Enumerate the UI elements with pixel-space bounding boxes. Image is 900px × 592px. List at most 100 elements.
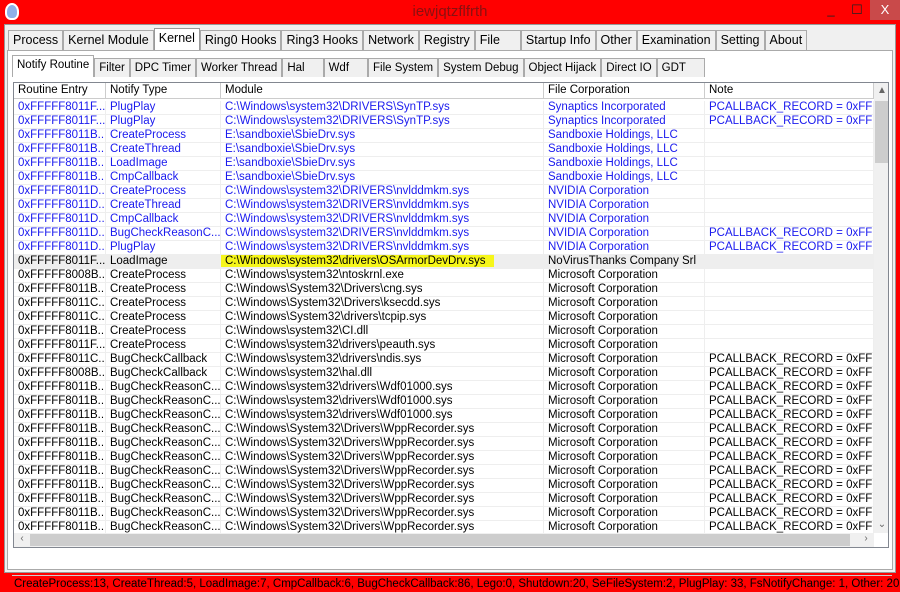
subtab-notify-routine[interactable]: Notify Routine: [12, 55, 95, 77]
table-row[interactable]: 0xFFFFF8011B... BugCheckReasonC... C:\Wind…: [14, 395, 874, 409]
table-row[interactable]: 0xFFFFF8011F... CreateProcess C:\Windows\s…: [14, 339, 874, 353]
table-row[interactable]: 0xFFFFF8011D... CreateThread C:\Windows\sy…: [14, 199, 874, 213]
cell-module-text: C:\Windows\System32\Drivers\WppRecorder.…: [225, 493, 475, 505]
cell-entry-text: 0xFFFFF8011D...: [18, 213, 106, 225]
subtab-object-hijack[interactable]: Object Hijack: [523, 58, 602, 77]
column-header-routine-entry[interactable]: Routine Entry: [14, 83, 106, 98]
tab-file[interactable]: File: [474, 30, 521, 50]
table-row[interactable]: 0xFFFFF8011D... CreateProcess C:\Windows\s…: [14, 185, 874, 199]
table-row[interactable]: 0xFFFFF8011F... LoadImage C:\Windows\syste…: [14, 255, 874, 269]
subtab-hal[interactable]: Hal: [282, 58, 324, 77]
column-header-module[interactable]: Module: [221, 83, 544, 98]
tab-ring3-hooks[interactable]: Ring3 Hooks: [281, 30, 364, 50]
cell-note: [705, 297, 874, 310]
cell-corp-text: Sandboxie Holdings, LLC: [548, 171, 678, 183]
table-row[interactable]: 0xFFFFF8011B... CmpCallback E:\sandboxie\S…: [14, 171, 874, 185]
table-row[interactable]: 0xFFFFF8011F... PlugPlay C:\Windows\system…: [14, 101, 874, 115]
column-header-notify-type[interactable]: Notify Type: [106, 83, 221, 98]
subtab-direct-io[interactable]: Direct IO: [601, 58, 657, 77]
title-bar: iewjqtzflfrth _ ☐ X: [0, 0, 900, 24]
tab-ring0-hooks[interactable]: Ring0 Hooks: [199, 30, 282, 50]
column-header-file-corporation[interactable]: File Corporation: [544, 83, 705, 98]
cell-type-text: LoadImage: [110, 157, 168, 169]
cell-module-text: C:\Windows\system32\DRIVERS\nvlddmkm.sys: [225, 227, 470, 239]
scroll-right-icon[interactable]: ›: [858, 533, 874, 544]
tab-kernel[interactable]: Kernel: [153, 28, 200, 50]
subtab-filter[interactable]: Filter: [94, 58, 130, 77]
tab-other[interactable]: Other: [595, 30, 637, 50]
cell-note-text: PCALLBACK_RECORD = 0xFFFFE.: [709, 451, 873, 463]
table-row[interactable]: 0xFFFFF8011C... BugCheckCallback C:\Window…: [14, 353, 874, 367]
cell-module-text: C:\Windows\system32\ntoskrnl.exe: [225, 269, 404, 281]
table-row[interactable]: 0xFFFFF8011B... BugCheckReasonC... C:\Wind…: [14, 507, 874, 521]
notify-routine-list[interactable]: Routine Entry Notify Type Module File Corpo…: [13, 82, 889, 548]
subtab-dpc-timer[interactable]: DPC Timer: [129, 58, 197, 77]
table-row[interactable]: 0xFFFFF8008B... BugCheckCallback C:\Window…: [14, 367, 874, 381]
tab-setting[interactable]: Setting: [715, 30, 765, 50]
tab-kernel-module[interactable]: Kernel Module: [63, 30, 154, 50]
table-row[interactable]: 0xFFFFF8011B... CreateProcess C:\Windows\S…: [14, 283, 874, 297]
table-row[interactable]: 0xFFFFF8011B... CreateProcess C:\Windows\s…: [14, 325, 874, 339]
tab-startup-info[interactable]: Startup Info: [520, 30, 596, 50]
minimize-button[interactable]: _: [818, 0, 844, 20]
cell-corp-text: NVIDIA Corporation: [548, 185, 649, 197]
horizontal-scroll-thumb[interactable]: [30, 534, 850, 546]
cell-type: PlugPlay: [106, 115, 221, 128]
cell-type: LoadImage: [106, 255, 221, 268]
subtab-gdt[interactable]: GDT: [656, 58, 705, 77]
tab-network[interactable]: Network: [363, 30, 419, 50]
table-row[interactable]: 0xFFFFF8011B... BugCheckReasonC... C:\Wind…: [14, 409, 874, 423]
cell-corp: Microsoft Corporation: [544, 395, 705, 408]
table-row[interactable]: 0xFFFFF8011B... BugCheckReasonC... C:\Wind…: [14, 451, 874, 465]
cell-module-text: C:\Windows\system32\DRIVERS\nvlddmkm.sys: [225, 241, 470, 253]
column-header-note[interactable]: Note: [705, 83, 874, 98]
maximize-button[interactable]: ☐: [844, 0, 870, 20]
scroll-left-icon[interactable]: ‹: [14, 533, 30, 544]
tab-examination[interactable]: Examination: [636, 30, 716, 50]
table-row[interactable]: 0xFFFFF8011D... CmpCallback C:\Windows\sys…: [14, 213, 874, 227]
tab-process[interactable]: Process: [8, 30, 64, 50]
scroll-down-icon[interactable]: ⌄: [874, 519, 888, 530]
main-tab-bar: Process Kernel Module Kernel Ring0 Hooks Rin…: [8, 28, 808, 50]
cell-module: E:\sandboxie\SbieDrv.sys: [221, 143, 544, 156]
table-row[interactable]: 0xFFFFF8011B... BugCheckReasonC... C:\Wind…: [14, 381, 874, 395]
cell-type: CreateProcess: [106, 269, 221, 282]
table-row[interactable]: 0xFFFFF8011B... LoadImage E:\sandboxie\Sbi…: [14, 157, 874, 171]
table-row[interactable]: 0xFFFFF8011D... PlugPlay C:\Windows\system…: [14, 241, 874, 255]
subtab-system-debug[interactable]: System Debug: [438, 58, 524, 77]
cell-note-text: PCALLBACK_RECORD = 0xFFFFF.: [709, 367, 873, 379]
table-row[interactable]: 0xFFFFF8011B... BugCheckReasonC... C:\Wind…: [14, 423, 874, 437]
table-row[interactable]: 0xFFFFF8008B... CreateProcess C:\Windows\s…: [14, 269, 874, 283]
close-button[interactable]: X: [870, 0, 900, 20]
subtab-file-system[interactable]: File System: [368, 58, 439, 77]
table-row[interactable]: 0xFFFFF8011B... BugCheckReasonC... C:\Wind…: [14, 437, 874, 451]
cell-entry-text: 0xFFFFF8011B...: [18, 493, 106, 505]
table-row[interactable]: 0xFFFFF8011B... CreateProcess E:\sandboxie…: [14, 129, 874, 143]
table-row[interactable]: 0xFFFFF8011B... BugCheckReasonC... C:\Wind…: [14, 465, 874, 479]
table-row[interactable]: 0xFFFFF8011B... BugCheckReasonC... C:\Wind…: [14, 479, 874, 493]
cell-module-text: E:\sandboxie\SbieDrv.sys: [225, 143, 356, 155]
horizontal-scrollbar[interactable]: ‹ ›: [14, 533, 874, 547]
subtab-wdf[interactable]: Wdf: [323, 58, 369, 77]
table-row[interactable]: 0xFFFFF8011F... PlugPlay C:\Windows\system…: [14, 115, 874, 129]
cell-module-text: E:\sandboxie\SbieDrv.sys: [225, 171, 356, 183]
table-row[interactable]: 0xFFFFF8011C... CreateProcess C:\Windows\S…: [14, 297, 874, 311]
vertical-scrollbar[interactable]: ▲ ⌄: [874, 83, 888, 533]
table-row[interactable]: 0xFFFFF8011B... CreateThread E:\sandboxie\…: [14, 143, 874, 157]
scroll-up-icon[interactable]: ▲: [874, 85, 888, 96]
table-row[interactable]: 0xFFFFF8011C... CreateProcess C:\Windows\S…: [14, 311, 874, 325]
table-row[interactable]: 0xFFFFF8011B... BugCheckReasonC... C:\Wind…: [14, 493, 874, 507]
vertical-scroll-thumb[interactable]: [875, 101, 888, 163]
subtab-worker-thread[interactable]: Worker Thread: [196, 58, 283, 77]
tab-about[interactable]: About: [764, 30, 808, 50]
cell-entry: 0xFFFFF8011C...: [14, 353, 106, 366]
table-row[interactable]: 0xFFFFF8011D... BugCheckReasonC... C:\Wind…: [14, 227, 874, 241]
tab-registry[interactable]: Registry: [418, 30, 475, 50]
cell-type-text: BugCheckReasonC...: [110, 451, 221, 463]
cell-type: CmpCallback: [106, 171, 221, 184]
cell-corp-text: Microsoft Corporation: [548, 367, 658, 379]
cell-module: C:\Windows\System32\Drivers\WppRecorder.…: [221, 423, 544, 436]
sub-tab-bar: Notify Routine Filter DPC Timer Worker Thre…: [12, 55, 705, 77]
list-rows: 0xFFFFF8011F... PlugPlay C:\Windows\system…: [14, 101, 874, 535]
cell-note: [705, 311, 874, 324]
